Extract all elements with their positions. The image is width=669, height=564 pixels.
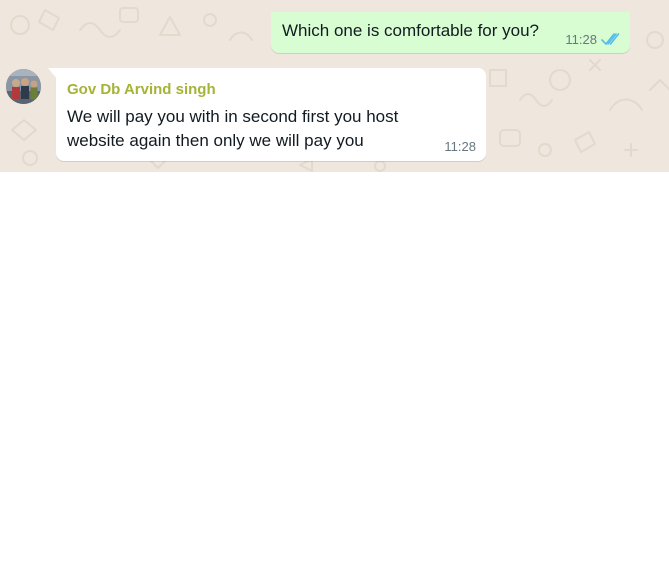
contact-avatar[interactable] (6, 69, 41, 104)
avatar-photo-icon (6, 69, 41, 104)
chat-background: Which one is comfortable for you? 11:28 … (0, 0, 669, 172)
sender-name[interactable]: Gov Db Arvind singh (67, 81, 216, 98)
incoming-message-time: 11:28 (444, 139, 476, 154)
outgoing-message-time: 11:28 (565, 32, 597, 47)
incoming-message-bubble[interactable]: Gov Db Arvind singh We will pay you with… (56, 68, 486, 161)
outgoing-message-text: Which one is comfortable for you? (282, 21, 540, 40)
outgoing-message-bubble[interactable]: Which one is comfortable for you? 11:28 (271, 12, 630, 53)
incoming-message-text: We will pay you with in second first you… (67, 107, 399, 150)
double-check-read-icon (601, 33, 620, 45)
empty-area (0, 172, 669, 564)
outgoing-message-meta: 11:28 (565, 32, 621, 47)
